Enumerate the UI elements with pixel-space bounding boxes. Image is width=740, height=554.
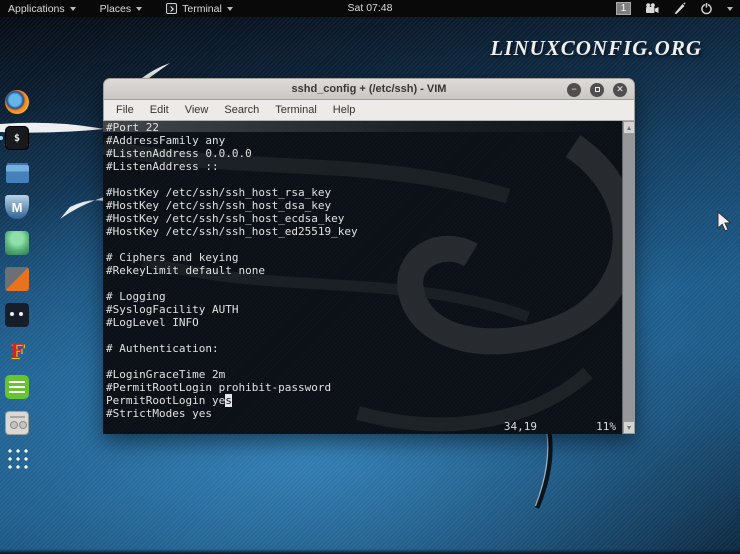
- buffer-line: #HostKey /etc/ssh/ssh_host_dsa_key: [106, 199, 635, 212]
- menubar-item-terminal[interactable]: Terminal: [267, 102, 325, 118]
- swoosh-streak: [60, 197, 104, 219]
- screen-recorder-icon[interactable]: [645, 3, 659, 14]
- dock-item-recorder[interactable]: [5, 411, 29, 435]
- terminal-content[interactable]: #Port 22#AddressFamily any#ListenAddress…: [103, 121, 635, 434]
- dragon-tail-highlight: [536, 430, 548, 506]
- buffer-line: [106, 238, 635, 251]
- pen-icon[interactable]: [673, 2, 686, 15]
- scroll-down-button[interactable]: [623, 421, 635, 434]
- buffer-line: [106, 277, 635, 290]
- buffer-line: [106, 355, 635, 368]
- buffer-line: PermitRootLogin yes: [106, 394, 635, 407]
- chevron-down-icon: [70, 7, 76, 11]
- chevron-down-icon: [227, 7, 233, 11]
- menubar-item-search[interactable]: Search: [216, 102, 267, 118]
- dragon-tail: [537, 430, 550, 508]
- window-controls: − ✕: [567, 83, 627, 97]
- cursor-position: 34,19: [504, 420, 537, 434]
- buffer-line: # Ciphers and keying: [106, 251, 635, 264]
- watermark: LINUXCONFIG.ORG: [490, 36, 702, 61]
- buffer-line: #LoginGraceTime 2m: [106, 368, 635, 381]
- dock-item-burpsuite[interactable]: [5, 267, 29, 291]
- dock-item-faraday[interactable]: F: [5, 339, 29, 363]
- vim-ruler: 34,19 11%: [103, 420, 622, 434]
- dock-item-files[interactable]: [6, 165, 29, 183]
- scroll-percent: 11%: [596, 420, 616, 434]
- menu-label: Places: [100, 3, 132, 15]
- workspace-indicator[interactable]: 1: [616, 2, 631, 15]
- dock-item-beef[interactable]: [5, 303, 29, 327]
- menu-chevron-icon[interactable]: [727, 7, 733, 11]
- mouse-cursor: [716, 211, 734, 233]
- menubar-item-edit[interactable]: Edit: [142, 102, 177, 118]
- topbar-status-area: 1: [616, 0, 733, 17]
- terminal-icon: [166, 3, 177, 14]
- close-button[interactable]: ✕: [613, 83, 627, 97]
- buffer-line: #HostKey /etc/ssh/ssh_host_rsa_key: [106, 186, 635, 199]
- menu-label: Applications: [8, 3, 65, 15]
- terminal-menu[interactable]: Terminal: [166, 3, 233, 15]
- menubar-item-help[interactable]: Help: [325, 102, 364, 118]
- buffer-line: # Logging: [106, 290, 635, 303]
- power-icon[interactable]: [700, 2, 713, 15]
- applications-menu[interactable]: Applications: [8, 3, 76, 15]
- dock-item-firefox[interactable]: [5, 90, 29, 114]
- buffer-line: #SyslogFacility AUTH: [106, 303, 635, 316]
- places-menu[interactable]: Places: [100, 3, 143, 15]
- desktop: LINUXCONFIG.ORG Applications Places Termin…: [0, 0, 740, 554]
- menubar-item-file[interactable]: File: [108, 102, 142, 118]
- maximize-button[interactable]: [590, 83, 604, 97]
- buffer-line: [106, 329, 635, 342]
- dock-item-terminal[interactable]: $: [5, 126, 29, 150]
- buffer-line: [106, 173, 635, 186]
- clock[interactable]: Sat 07:48: [348, 0, 393, 17]
- buffer-line: #HostKey /etc/ssh/ssh_host_ed25519_key: [106, 225, 635, 238]
- vim-cursor: s: [225, 394, 232, 407]
- vim-buffer[interactable]: #Port 22#AddressFamily any#ListenAddress…: [103, 121, 635, 420]
- buffer-line: #StrictModes yes: [106, 407, 635, 420]
- top-bar: Applications Places Terminal Sat 07:48 1: [0, 0, 740, 17]
- buffer-line: #AddressFamily any: [106, 134, 635, 147]
- dock: $ M F: [0, 90, 34, 469]
- menu-label: Terminal: [182, 3, 222, 15]
- topbar-menus: Applications Places Terminal: [8, 0, 233, 17]
- dock-item-show-apps[interactable]: [6, 447, 28, 469]
- window-menubar: FileEditViewSearchTerminalHelp: [103, 100, 635, 121]
- buffer-line: #PermitRootLogin prohibit-password: [106, 381, 635, 394]
- buffer-line: #ListenAddress ::: [106, 160, 635, 173]
- dock-item-armitage[interactable]: [5, 231, 29, 255]
- buffer-line: #RekeyLimit default none: [106, 264, 635, 277]
- scroll-up-button[interactable]: [623, 121, 635, 134]
- window-titlebar[interactable]: sshd_config + (/etc/ssh) - VIM − ✕: [103, 78, 635, 100]
- scrollbar[interactable]: [622, 121, 635, 434]
- vim-terminal-window: sshd_config + (/etc/ssh) - VIM − ✕ FileE…: [103, 78, 635, 434]
- chevron-down-icon: [136, 7, 142, 11]
- buffer-line: #HostKey /etc/ssh/ssh_host_ecdsa_key: [106, 212, 635, 225]
- menubar-item-view[interactable]: View: [177, 102, 217, 118]
- dock-item-notes[interactable]: [5, 375, 29, 399]
- minimize-button[interactable]: −: [567, 83, 581, 97]
- maximize-icon: [595, 87, 600, 92]
- buffer-line: #ListenAddress 0.0.0.0: [106, 147, 635, 160]
- buffer-line: #Port 22: [106, 121, 635, 134]
- buffer-line: # Authentication:: [106, 342, 635, 355]
- buffer-line: #LogLevel INFO: [106, 316, 635, 329]
- dock-item-metasploit[interactable]: M: [5, 195, 29, 219]
- window-title: sshd_config + (/etc/ssh) - VIM: [292, 83, 447, 95]
